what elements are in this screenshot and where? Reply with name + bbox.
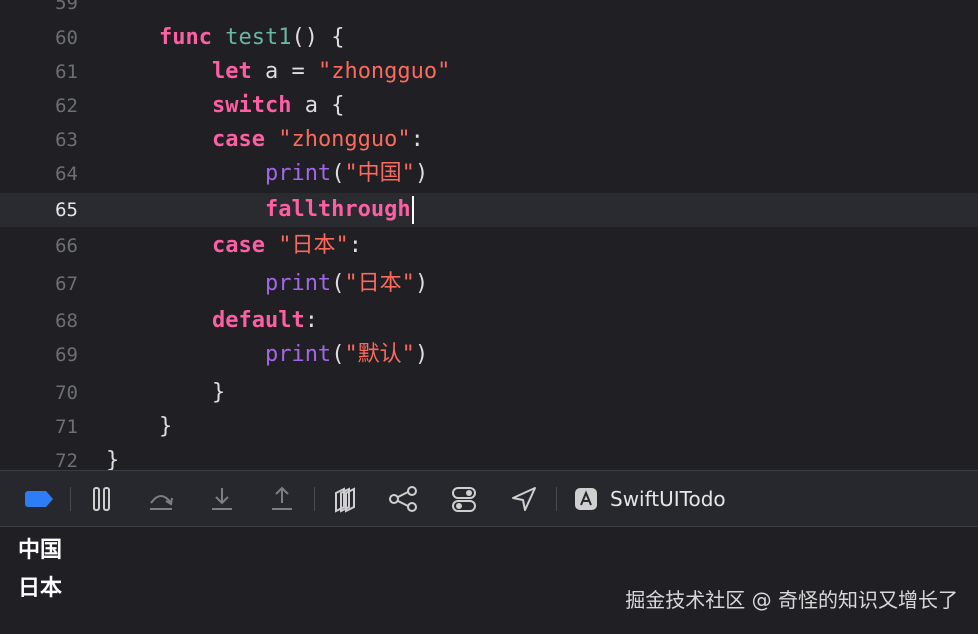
code-text: } — [106, 380, 226, 405]
code-line[interactable]: 64 print("中国") — [0, 157, 978, 191]
code-text: case "日本": — [211, 233, 362, 258]
view-hierarchy-icon[interactable] — [330, 485, 358, 513]
code-line[interactable]: 70 } — [0, 376, 978, 410]
console-output: 中国 日本 掘金技术社区 @ 奇怪的知识又增长了 — [0, 527, 978, 634]
code-line[interactable]: 69 print("默认") — [0, 338, 978, 372]
line-number: 69 — [55, 344, 78, 366]
console-line: 中国 — [18, 538, 63, 563]
code-line[interactable]: 60 func test1() { — [0, 21, 978, 55]
line-number: 65 — [55, 199, 78, 221]
code-line[interactable]: 71 } — [0, 410, 978, 444]
step-out-icon[interactable] — [268, 485, 296, 513]
code-text: print("中国") — [264, 161, 429, 186]
line-number: 71 — [55, 416, 78, 438]
code-text: let a = "zhongguo" — [211, 59, 451, 84]
code-line[interactable]: 72} — [0, 444, 978, 470]
code-line[interactable]: 63 case "zhongguo": — [0, 123, 978, 157]
code-text: } — [106, 414, 173, 439]
text-cursor — [411, 196, 414, 224]
code-line[interactable]: 65 fallthrough — [0, 193, 978, 227]
app-target-icon — [574, 485, 598, 513]
watermark: 掘金技术社区 @ 奇怪的知识又增长了 — [625, 588, 958, 612]
code-text: func test1() { — [158, 25, 345, 50]
line-number: 63 — [55, 129, 78, 151]
code-text: case "zhongguo": — [211, 127, 424, 152]
code-text: print("默认") — [264, 342, 429, 367]
debug-toolbar: SwiftUITodo — [0, 470, 978, 527]
console-line: 日本 — [18, 576, 63, 601]
line-number: 68 — [55, 310, 78, 332]
memory-graph-icon[interactable] — [388, 485, 420, 513]
line-number: 66 — [55, 235, 78, 257]
code-line[interactable]: 66 case "日本": — [0, 229, 978, 263]
line-number: 59 — [55, 0, 78, 14]
code-line[interactable]: 61 let a = "zhongguo" — [0, 55, 978, 89]
code-line[interactable]: 62 switch a { — [0, 89, 978, 123]
line-number: 72 — [55, 450, 78, 470]
scheme-label[interactable]: SwiftUITodo — [610, 484, 726, 514]
line-number: 70 — [55, 382, 78, 404]
code-text: fallthrough — [106, 193, 414, 227]
breakpoints-toggle-icon[interactable] — [24, 485, 56, 513]
code-line[interactable]: 59 — [0, 0, 978, 20]
code-text: default: — [211, 308, 318, 333]
simulate-location-icon[interactable] — [510, 485, 538, 513]
code-text: switch a { — [211, 93, 345, 118]
line-number: 61 — [55, 61, 78, 83]
code-text: } — [106, 448, 120, 470]
line-number: 60 — [55, 27, 78, 49]
line-number: 62 — [55, 95, 78, 117]
code-line[interactable]: 67 print("日本") — [0, 267, 978, 301]
line-number: 67 — [55, 273, 78, 295]
step-over-icon[interactable] — [146, 485, 176, 513]
code-line[interactable]: 68 default: — [0, 304, 978, 338]
step-into-icon[interactable] — [208, 485, 236, 513]
pause-icon[interactable] — [90, 485, 114, 513]
environment-overrides-icon[interactable] — [450, 485, 478, 513]
code-editor[interactable]: 59 60 func test1() {61 let a = "zhongguo"… — [0, 0, 978, 470]
code-text: print("日本") — [264, 271, 429, 296]
line-number: 64 — [55, 163, 78, 185]
